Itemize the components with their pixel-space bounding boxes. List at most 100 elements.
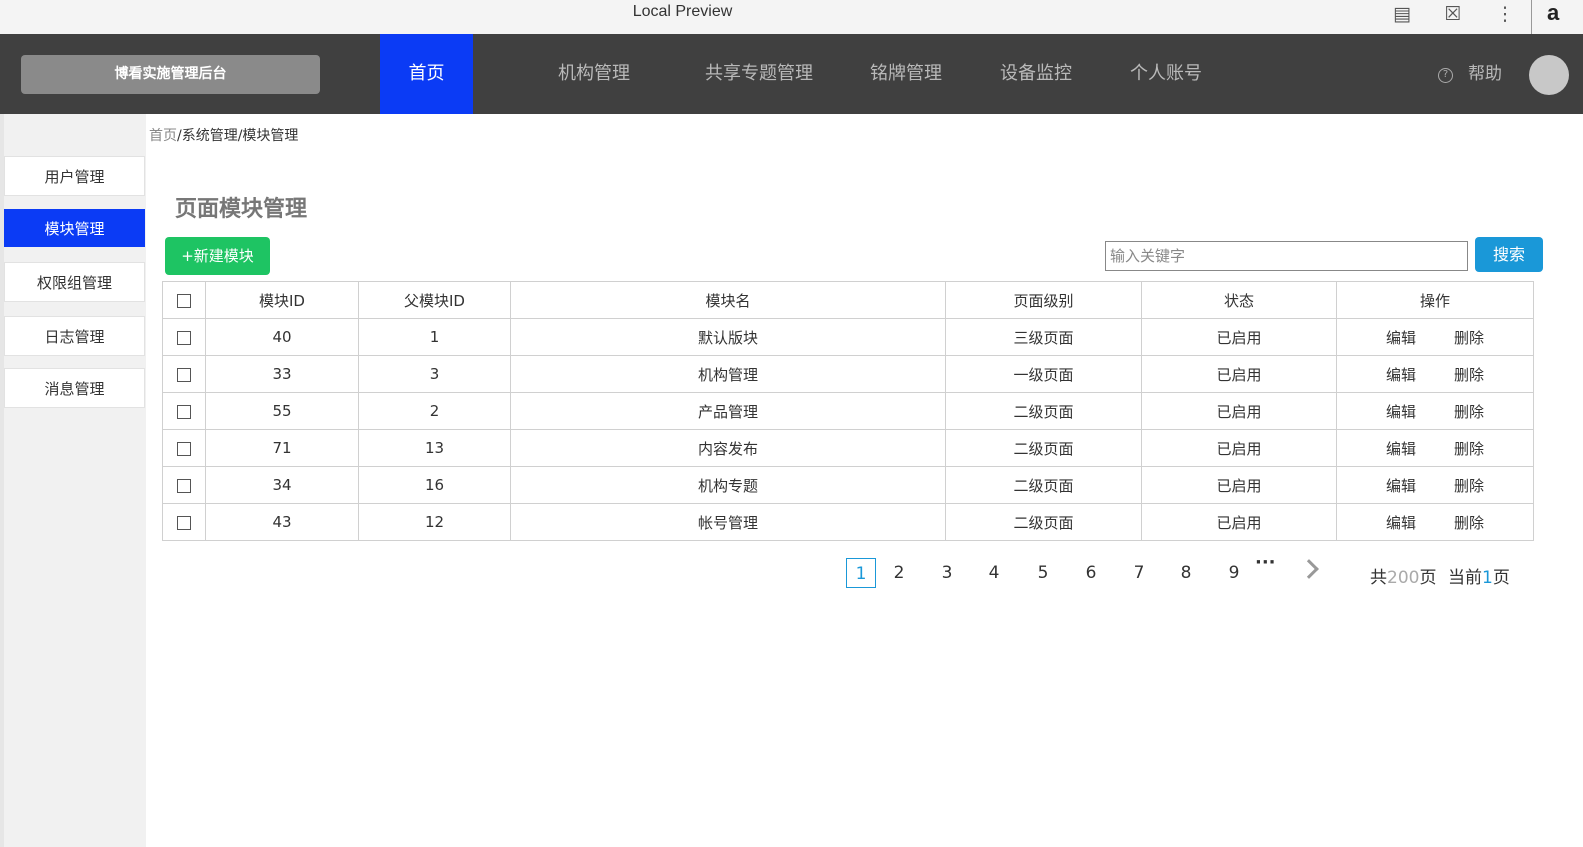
cell-page-level: 二级页面 [945, 466, 1142, 504]
cell-actions: 编辑 删除 [1336, 503, 1534, 541]
cell-module-name: 默认版块 [510, 318, 946, 356]
page-button-3[interactable]: 3 [932, 558, 962, 588]
row-checkbox[interactable] [177, 367, 191, 382]
cell-status: 已启用 [1141, 503, 1337, 541]
nav-institution[interactable]: 机构管理 [544, 34, 644, 114]
cell-page-level: 二级页面 [945, 503, 1142, 541]
brand-logo[interactable]: 博看实施管理后台 [21, 55, 320, 94]
table-row: 33 3 机构管理 一级页面 已启用 编辑 删除 [162, 355, 1534, 393]
top-navbar: 博看实施管理后台 首页 机构管理 共享专题管理 铭牌管理 设备监控 个人账号 ?… [4, 34, 1583, 114]
delete-button[interactable]: 删除 [1454, 475, 1484, 496]
edit-button[interactable]: 编辑 [1386, 512, 1416, 533]
col-header-parent-id[interactable]: 父模块ID [358, 281, 511, 319]
avatar[interactable] [1529, 55, 1569, 95]
breadcrumb: 首页/系统管理/模块管理 [149, 125, 298, 145]
cell-status: 已启用 [1141, 355, 1337, 393]
nav-personal-account[interactable]: 个人账号 [1116, 34, 1216, 114]
cell-module-id: 55 [205, 392, 359, 430]
breadcrumb-path: /系统管理/模块管理 [177, 128, 299, 144]
chevron-right-icon[interactable] [1299, 559, 1319, 579]
col-header-page-level[interactable]: 页面级别 [945, 281, 1142, 319]
page-button-5[interactable]: 5 [1028, 558, 1058, 588]
sidebar-item-modules[interactable]: 模块管理 [4, 209, 145, 247]
window-title: Local Preview [632, 3, 733, 20]
total-pages: 共200页 [1370, 568, 1437, 588]
col-header-status[interactable]: 状态 [1141, 281, 1337, 319]
search-input[interactable] [1105, 241, 1468, 271]
table-row: 40 1 默认版块 三级页面 已启用 编辑 删除 [162, 318, 1534, 356]
cell-module-name: 机构专题 [510, 466, 946, 504]
cell-parent-id: 2 [358, 392, 511, 430]
cell-actions: 编辑 删除 [1336, 355, 1534, 393]
delete-button[interactable]: 删除 [1454, 401, 1484, 422]
reader-icon[interactable]: ▤ [1390, 2, 1414, 26]
delete-button[interactable]: 删除 [1454, 438, 1484, 459]
edit-button[interactable]: 编辑 [1386, 327, 1416, 348]
page-button-9[interactable]: 9 [1219, 558, 1249, 588]
col-header-actions: 操作 [1336, 281, 1534, 319]
sidebar-item-logs[interactable]: 日志管理 [4, 316, 145, 356]
table-row: 55 2 产品管理 二级页面 已启用 编辑 删除 [162, 392, 1534, 430]
cell-actions: 编辑 删除 [1336, 318, 1534, 356]
cell-module-name: 机构管理 [510, 355, 946, 393]
nav-nameplate[interactable]: 铭牌管理 [856, 34, 956, 114]
page-button-8[interactable]: 8 [1171, 558, 1201, 588]
delete-button[interactable]: 删除 [1454, 327, 1484, 348]
row-checkbox[interactable] [177, 330, 191, 345]
current-page-indicator: 当前1页 [1448, 568, 1510, 588]
edit-button[interactable]: 编辑 [1386, 475, 1416, 496]
cell-module-id: 43 [205, 503, 359, 541]
col-header-module-name[interactable]: 模块名 [510, 281, 946, 319]
row-checkbox[interactable] [177, 404, 191, 419]
nav-device-monitor[interactable]: 设备监控 [986, 34, 1086, 114]
more-vert-icon[interactable]: ⋮ [1493, 2, 1517, 26]
sidebar-item-messages[interactable]: 消息管理 [4, 368, 145, 408]
select-all-cell [162, 281, 206, 319]
nav-shared-topics[interactable]: 共享专题管理 [694, 34, 824, 114]
edit-button[interactable]: 编辑 [1386, 401, 1416, 422]
cell-module-id: 40 [205, 318, 359, 356]
search-button[interactable]: 搜索 [1475, 237, 1543, 272]
cell-page-level: 一级页面 [945, 355, 1142, 393]
row-checkbox[interactable] [177, 515, 191, 530]
cell-module-name: 帐号管理 [510, 503, 946, 541]
cell-parent-id: 13 [358, 429, 511, 467]
page-ellipsis: ··· [1255, 552, 1276, 573]
add-module-button[interactable]: +新建模块 [165, 237, 270, 275]
cell-module-name: 产品管理 [510, 392, 946, 430]
delete-button[interactable]: 删除 [1454, 364, 1484, 385]
cell-module-id: 34 [205, 466, 359, 504]
table-row: 43 12 帐号管理 二级页面 已启用 编辑 删除 [162, 503, 1534, 541]
page-button-4[interactable]: 4 [979, 558, 1009, 588]
page-button-1[interactable]: 1 [846, 558, 876, 588]
cell-status: 已启用 [1141, 318, 1337, 356]
cell-status: 已启用 [1141, 429, 1337, 467]
help-icon[interactable]: ? [1438, 68, 1453, 83]
row-checkbox[interactable] [177, 478, 191, 493]
table-row: 34 16 机构专题 二级页面 已启用 编辑 删除 [162, 466, 1534, 504]
row-checkbox[interactable] [177, 441, 191, 456]
az-icon[interactable]: a [1547, 0, 1559, 26]
page-button-7[interactable]: 7 [1124, 558, 1154, 588]
edit-button[interactable]: 编辑 [1386, 438, 1416, 459]
page-button-6[interactable]: 6 [1076, 558, 1106, 588]
col-header-module-id[interactable]: 模块ID [205, 281, 359, 319]
help-link[interactable]: 帮助 [1468, 34, 1502, 114]
toolbar-divider [1531, 0, 1532, 34]
edit-button[interactable]: 编辑 [1386, 364, 1416, 385]
translate-icon[interactable]: ☒ [1441, 2, 1465, 26]
page-button-2[interactable]: 2 [884, 558, 914, 588]
cell-actions: 编辑 删除 [1336, 429, 1534, 467]
cell-status: 已启用 [1141, 392, 1337, 430]
sidebar-item-permission-groups[interactable]: 权限组管理 [4, 262, 145, 302]
breadcrumb-home[interactable]: 首页 [149, 128, 177, 144]
cell-actions: 编辑 删除 [1336, 392, 1534, 430]
select-all-checkbox[interactable] [177, 293, 191, 308]
sidebar-item-users[interactable]: 用户管理 [4, 156, 145, 196]
sidebar: 用户管理 模块管理 权限组管理 日志管理 消息管理 [4, 114, 146, 847]
delete-button[interactable]: 删除 [1454, 512, 1484, 533]
cell-parent-id: 16 [358, 466, 511, 504]
cell-module-id: 33 [205, 355, 359, 393]
nav-home[interactable]: 首页 [380, 34, 473, 114]
cell-actions: 编辑 删除 [1336, 466, 1534, 504]
